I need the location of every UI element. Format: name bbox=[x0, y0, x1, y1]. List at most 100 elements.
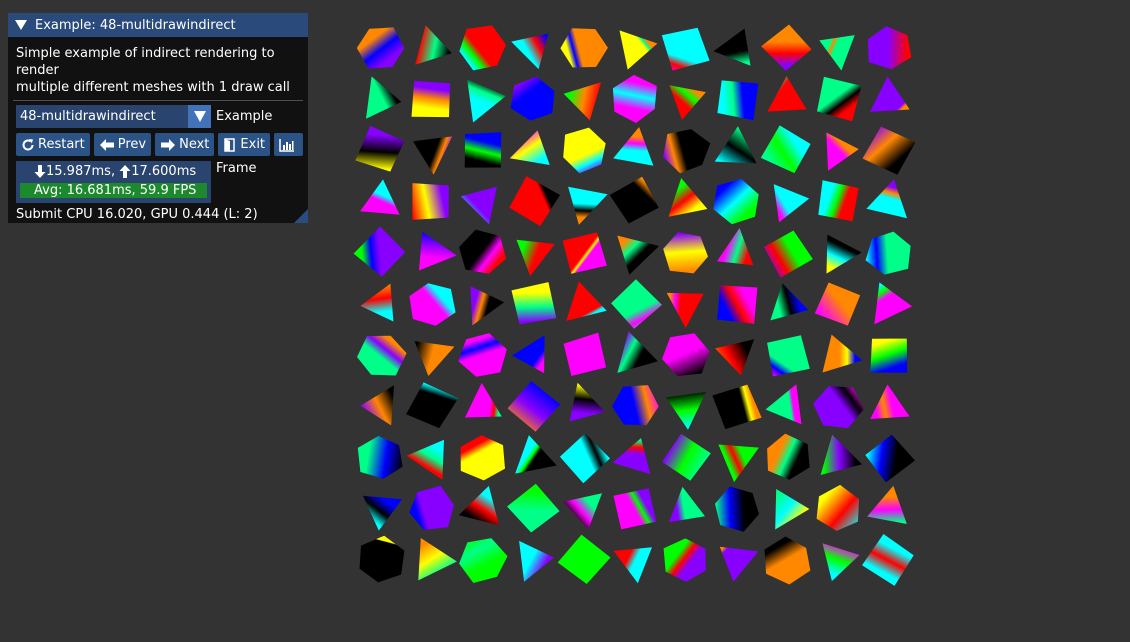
frame-label: Frame bbox=[216, 161, 257, 176]
pyramid-mesh bbox=[773, 184, 810, 223]
cube-mesh bbox=[814, 282, 861, 326]
pyramid-mesh bbox=[563, 493, 602, 530]
pyramid-mesh bbox=[512, 335, 545, 374]
cube-mesh bbox=[663, 232, 708, 274]
cube-mesh bbox=[865, 434, 915, 483]
prev-button[interactable]: Prev bbox=[93, 133, 152, 156]
example-window[interactable]: Example: 48-multidrawindirect Simple exa… bbox=[8, 13, 308, 223]
pyramid-mesh bbox=[460, 186, 497, 225]
next-label: Next bbox=[179, 137, 210, 152]
pyramid-mesh bbox=[820, 434, 862, 475]
cube-mesh bbox=[715, 486, 759, 532]
frame-stats-row: 15.987ms , 17.600ms Avg: 16.681ms, 59.9 … bbox=[16, 161, 300, 203]
cube-mesh bbox=[459, 229, 507, 274]
submit-timing: Submit CPU 16.020, GPU 0.444 (L: 2) bbox=[16, 207, 258, 222]
cube-mesh bbox=[867, 26, 912, 70]
cube-mesh bbox=[458, 333, 507, 377]
cube-mesh bbox=[460, 435, 505, 481]
cube-mesh bbox=[712, 384, 762, 430]
pyramid-mesh bbox=[511, 33, 549, 70]
cube-mesh bbox=[717, 285, 758, 324]
pyramid-mesh bbox=[775, 489, 810, 530]
pyramid-mesh bbox=[414, 341, 455, 376]
pyramid-mesh bbox=[563, 82, 602, 121]
pyramid-mesh bbox=[668, 178, 708, 217]
pyramid-mesh bbox=[366, 76, 402, 119]
cube-mesh bbox=[760, 125, 811, 174]
cube-mesh bbox=[764, 230, 813, 278]
navigation-buttons: Restart Prev Next Exit bbox=[16, 133, 304, 156]
frame-times: 15.987ms , 17.600ms bbox=[34, 164, 196, 179]
cube-mesh bbox=[563, 127, 606, 174]
pyramid-mesh bbox=[419, 231, 457, 271]
pyramid-mesh bbox=[874, 282, 913, 325]
pyramid-mesh bbox=[717, 228, 754, 266]
example-select-value: 48-multidrawindirect bbox=[20, 109, 156, 124]
statistics-button[interactable] bbox=[274, 133, 304, 156]
cube-mesh bbox=[557, 534, 611, 584]
pyramid-mesh bbox=[568, 186, 608, 225]
cube-mesh bbox=[464, 132, 502, 168]
cube-mesh bbox=[406, 382, 459, 429]
pyramid-mesh bbox=[415, 25, 452, 65]
pyramid-mesh bbox=[509, 130, 550, 165]
cube-mesh bbox=[507, 381, 561, 432]
pyramid-mesh bbox=[826, 132, 859, 171]
pyramid-mesh bbox=[770, 283, 809, 321]
cube-mesh bbox=[459, 25, 506, 71]
prev-label: Prev bbox=[117, 137, 147, 152]
pyramid-mesh bbox=[866, 179, 908, 219]
cube-mesh bbox=[611, 279, 662, 329]
next-button[interactable]: Next bbox=[155, 133, 215, 156]
pyramid-mesh bbox=[867, 485, 907, 524]
window-title-bar[interactable]: Example: 48-multidrawindirect bbox=[8, 13, 308, 37]
cube-mesh bbox=[663, 538, 706, 582]
cube-mesh bbox=[411, 80, 451, 118]
cube-mesh bbox=[865, 231, 911, 275]
cube-mesh bbox=[661, 27, 710, 71]
pyramid-mesh bbox=[714, 126, 757, 164]
cube-mesh bbox=[509, 176, 560, 227]
cube-mesh bbox=[409, 283, 456, 326]
cube-mesh bbox=[613, 488, 657, 530]
example-select-label: Example bbox=[216, 109, 273, 124]
pyramid-mesh bbox=[718, 444, 759, 483]
cube-mesh bbox=[612, 74, 657, 123]
frame-min: 15.987ms bbox=[46, 164, 111, 179]
separator bbox=[13, 100, 303, 101]
pyramid-mesh bbox=[613, 127, 654, 166]
resize-grip[interactable] bbox=[294, 209, 308, 223]
example-select[interactable]: 48-multidrawindirect bbox=[16, 105, 211, 128]
pyramid-mesh bbox=[418, 538, 457, 581]
frame-separator: , bbox=[110, 164, 120, 179]
cube-mesh bbox=[510, 76, 555, 121]
cube-mesh bbox=[356, 27, 405, 69]
cube-mesh bbox=[507, 483, 560, 533]
pyramid-mesh bbox=[765, 384, 802, 425]
pyramid-mesh bbox=[519, 540, 554, 582]
pyramid-mesh bbox=[465, 382, 502, 418]
window-title: Example: 48-multidrawindirect bbox=[35, 17, 236, 33]
pyramid-mesh bbox=[617, 235, 659, 275]
pyramid-mesh bbox=[767, 76, 807, 112]
cube-mesh bbox=[764, 536, 811, 585]
bar-chart-icon bbox=[279, 138, 295, 152]
pyramid-mesh bbox=[669, 85, 706, 120]
cube-mesh bbox=[767, 433, 810, 480]
pyramid-mesh bbox=[613, 547, 652, 584]
pyramid-mesh bbox=[619, 30, 658, 70]
frame-time-graph[interactable]: 15.987ms , 17.600ms Avg: 16.681ms, 59.9 … bbox=[16, 161, 211, 203]
pyramid-mesh bbox=[870, 384, 910, 419]
restart-button[interactable]: Restart bbox=[16, 133, 90, 156]
collapse-triangle-icon[interactable] bbox=[15, 20, 27, 30]
pyramid-mesh bbox=[669, 486, 705, 523]
exit-label: Exit bbox=[240, 137, 266, 152]
cube-mesh bbox=[818, 180, 859, 222]
exit-button[interactable]: Exit bbox=[218, 133, 271, 156]
dropdown-arrow-button[interactable] bbox=[188, 105, 211, 128]
pyramid-mesh bbox=[467, 79, 506, 123]
pyramid-mesh bbox=[360, 179, 400, 215]
pyramid-mesh bbox=[822, 334, 863, 373]
frame-average: Avg: 16.681ms, 59.9 FPS bbox=[34, 183, 197, 198]
pyramid-mesh bbox=[666, 391, 707, 430]
